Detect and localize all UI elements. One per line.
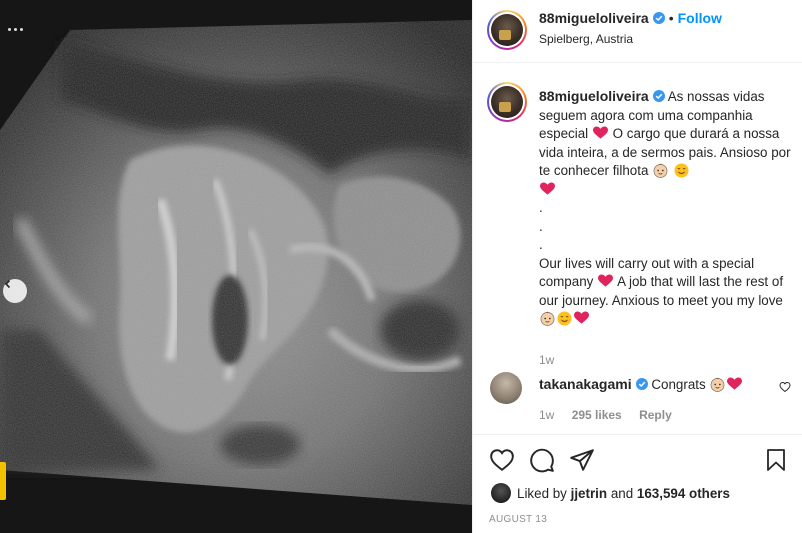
chevron-left-icon xyxy=(4,279,11,289)
likes-prefix: Liked by xyxy=(517,485,567,501)
caption-author-username[interactable]: 88migueloliveira xyxy=(539,88,649,104)
comment-timestamp[interactable]: 1w xyxy=(539,408,554,422)
caption-text: 88migueloliveira As nossas vidas seguem … xyxy=(539,87,795,329)
liker-avatar[interactable] xyxy=(491,483,511,503)
comment-text: takanakagami Congrats xyxy=(539,376,743,392)
bookmark-icon[interactable] xyxy=(764,447,788,473)
share-icon[interactable] xyxy=(569,447,595,473)
scanner-ui-marker xyxy=(0,462,6,500)
comment-meta: 1w 295 likes Reply xyxy=(539,408,686,422)
author-line: 88migueloliveira • Follow xyxy=(539,10,722,26)
ultrasound-image xyxy=(0,0,472,533)
verified-badge-icon xyxy=(635,378,648,390)
red-heart-emoji-icon xyxy=(574,311,589,324)
caption-author-avatar[interactable] xyxy=(487,82,527,122)
action-bar: Liked by jjetrin and 163,594 others AUGU… xyxy=(473,434,802,533)
comments-section[interactable]: 88migueloliveira As nossas vidas seguem … xyxy=(473,64,802,434)
baby-emoji-icon xyxy=(653,163,668,178)
likes-summary: Liked by jjetrin and 163,594 others xyxy=(491,483,730,503)
likes-count[interactable]: 163,594 others xyxy=(637,486,730,501)
carousel-prev-button[interactable] xyxy=(3,279,27,303)
caption-dot-3: . xyxy=(539,237,543,252)
likes-middle: and xyxy=(610,485,634,501)
post-media[interactable] xyxy=(0,0,472,533)
red-heart-emoji-icon xyxy=(592,126,608,139)
baby-emoji-icon xyxy=(711,377,725,392)
comment-likes[interactable]: 295 likes xyxy=(572,408,622,422)
smiling-face-emoji-icon xyxy=(557,311,572,326)
image-marker-dots xyxy=(8,28,23,31)
verified-badge-icon xyxy=(652,90,665,102)
post-date[interactable]: AUGUST 13 xyxy=(489,514,547,525)
post-location[interactable]: Spielberg, Austria xyxy=(539,32,633,46)
commenter-avatar[interactable] xyxy=(490,372,522,404)
author-avatar[interactable] xyxy=(487,10,527,50)
liker-username[interactable]: jjetrin xyxy=(571,486,607,501)
caption-dot-1: . xyxy=(539,200,543,215)
verified-badge-icon xyxy=(652,12,665,24)
baby-emoji-icon xyxy=(540,311,555,326)
commenter-username[interactable]: takanakagami xyxy=(539,376,632,392)
heart-icon[interactable] xyxy=(489,447,515,473)
post-detail-panel: 88migueloliveira • Follow Spielberg, Austr… xyxy=(472,0,802,533)
red-heart-emoji-icon xyxy=(540,181,555,195)
post-header: 88migueloliveira • Follow Spielberg, Austr… xyxy=(473,0,802,63)
caption-timestamp[interactable]: 1w xyxy=(539,353,554,367)
smiling-face-emoji-icon xyxy=(674,163,689,178)
comment-item: takanakagami Congrats 1w 295 likes Reply xyxy=(487,369,797,429)
comment-icon[interactable] xyxy=(529,447,555,473)
comment-like-icon[interactable] xyxy=(779,381,791,393)
author-username[interactable]: 88migueloliveira xyxy=(539,10,649,26)
caption-dot-2: . xyxy=(539,218,543,234)
comment-body: Congrats xyxy=(651,377,706,392)
follow-button[interactable]: Follow xyxy=(678,10,722,26)
red-heart-emoji-icon xyxy=(598,274,614,287)
separator-dot: • xyxy=(668,10,674,26)
red-heart-emoji-icon xyxy=(727,377,743,390)
reply-button[interactable]: Reply xyxy=(639,408,672,422)
